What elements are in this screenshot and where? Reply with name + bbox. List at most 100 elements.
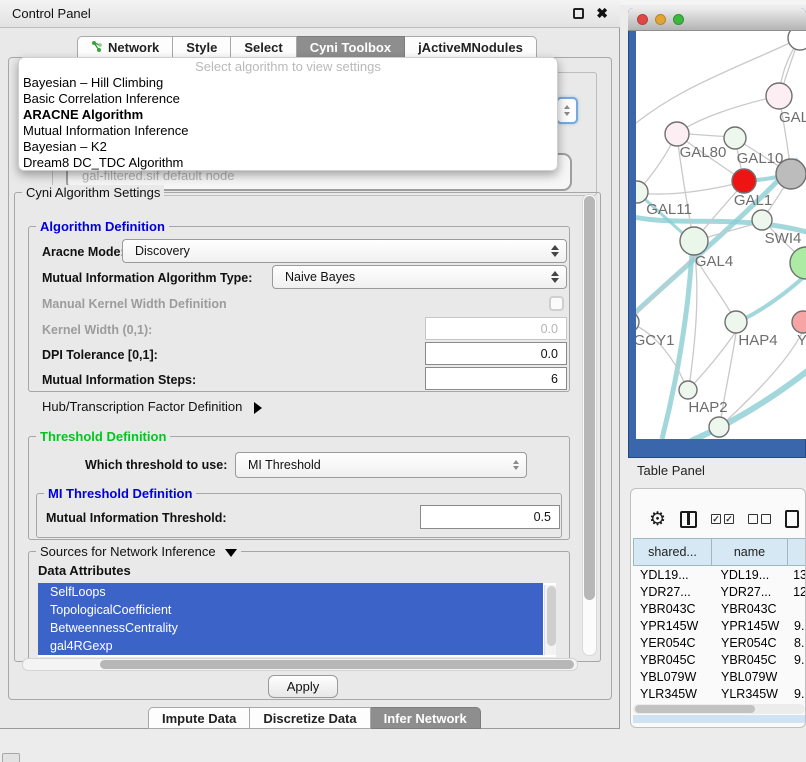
network-node-GAL10[interactable] — [724, 127, 746, 149]
table-cell-value: 9. — [788, 619, 804, 633]
attribute-list-scroll-thumb[interactable] — [547, 586, 556, 646]
table-cell-name: YDL19... — [712, 568, 788, 582]
network-node-HAP4[interactable] — [725, 311, 747, 333]
settings-horizontal-scroll-thumb[interactable] — [100, 660, 574, 669]
network-node-label: GAL11 — [646, 201, 692, 218]
table-footer-bar — [633, 715, 805, 723]
network-canvas[interactable]: GALGAL80GAL10GAL1GAL11SWI4GAL4GCY1HAP4YH… — [636, 31, 806, 439]
expand-arrow-icon — [254, 402, 262, 414]
network-node-top-arc[interactable] — [788, 31, 806, 50]
table-row[interactable]: YBL079WYBL079W — [633, 668, 806, 685]
attribute-list-item[interactable]: SelfLoops — [38, 583, 543, 601]
columns-icon[interactable] — [680, 511, 697, 528]
tab-style[interactable]: Style — [173, 36, 231, 59]
dpi-tolerance-field[interactable]: 0.0 — [425, 342, 567, 365]
tab-impute-data[interactable]: Impute Data — [148, 707, 250, 729]
table-cell-name: YBR045C — [712, 653, 788, 667]
close-icon[interactable]: ✖ — [596, 5, 608, 22]
algorithm-combobox-stepper[interactable] — [556, 97, 578, 124]
dropdown-item[interactable]: ARACNE Algorithm — [19, 107, 557, 123]
apply-button-label: Apply — [287, 679, 320, 694]
network-node-GAL4[interactable] — [680, 227, 708, 255]
settings-vertical-scroll-thumb[interactable] — [584, 196, 595, 600]
network-window-titlebar — [628, 8, 806, 31]
attribute-list-item[interactable]: BetweennessCentrality — [38, 619, 543, 637]
sources-expander[interactable]: Sources for Network Inference — [36, 544, 241, 559]
network-icon — [91, 40, 103, 56]
kernel-width-field[interactable]: 0.0 — [425, 317, 567, 340]
table-header-cell[interactable] — [788, 538, 806, 566]
table-horizontal-scroll-thumb[interactable] — [635, 705, 755, 713]
table-row[interactable]: YDR27...YDR27...12 — [633, 583, 806, 600]
which-threshold-value: MI Threshold — [248, 458, 321, 472]
attribute-list-item[interactable]: gal4RGexp — [38, 637, 543, 655]
table-cell-value: 13 — [787, 568, 806, 582]
float-window-icon[interactable] — [573, 8, 584, 19]
mi-steps-field[interactable]: 6 — [425, 367, 567, 390]
data-attributes-list: SelfLoopsTopologicalCoefficientBetweenne… — [38, 583, 556, 657]
network-node-GCY1[interactable] — [636, 312, 639, 332]
minimize-traffic-light-icon[interactable] — [655, 14, 666, 25]
table-header-cell[interactable]: name — [712, 538, 788, 566]
table-row[interactable]: YER054CYER054C8. — [633, 634, 806, 651]
aracne-mode-combobox[interactable]: Discovery — [122, 239, 567, 263]
unchecked-pair-icon[interactable] — [748, 514, 771, 524]
tab-label: Style — [186, 40, 217, 55]
tab-jactivemnodules[interactable]: jActiveMNodules — [405, 36, 537, 59]
control-panel-titlebar: Control Panel ✖ — [0, 0, 620, 28]
hub-definition-expander[interactable]: Hub/Transcription Factor Definition — [42, 399, 262, 414]
close-traffic-light-icon[interactable] — [637, 14, 648, 25]
table-panel: ⚙ ✓✓ shared...name YDL19...YDL19...13YDR… — [630, 488, 806, 728]
dropdown-item[interactable]: Bayesian – K2 — [19, 139, 557, 155]
which-threshold-combobox[interactable]: MI Threshold — [235, 452, 527, 478]
mi-threshold-field[interactable]: 0.5 — [420, 505, 560, 529]
table-cell-shared-name: YBR045C — [633, 653, 712, 667]
network-node-label: GAL — [779, 109, 806, 126]
network-node-SWI4[interactable] — [752, 210, 772, 230]
apply-button[interactable]: Apply — [268, 675, 338, 698]
network-node-label: Y — [797, 332, 806, 349]
sources-title: Sources for Network Inference — [40, 544, 216, 559]
tab-network[interactable]: Network — [77, 36, 173, 59]
network-node-label: GAL10 — [737, 150, 784, 167]
table-rows: YDL19...YDL19...13YDR27...YDR27...12YBR0… — [633, 566, 806, 705]
table-header-cell[interactable]: shared... — [633, 538, 712, 566]
zoom-traffic-light-icon[interactable] — [673, 14, 684, 25]
network-node-GAL80[interactable] — [665, 122, 689, 146]
table-row[interactable]: YPR145WYPR145W9. — [633, 617, 806, 634]
network-node-GAL-cut[interactable] — [766, 83, 792, 109]
table-cell-value: 9. — [788, 687, 804, 701]
dropdown-item[interactable]: Bayesian – Hill Climbing — [19, 75, 557, 91]
manual-kernel-checkbox[interactable] — [549, 296, 564, 311]
tab-discretize-data[interactable]: Discretize Data — [250, 707, 370, 729]
mi-algorithm-type-combobox[interactable]: Naive Bayes — [272, 265, 567, 289]
table-header-row: shared...name — [633, 538, 806, 566]
dropdown-item[interactable]: Basic Correlation Inference — [19, 91, 557, 107]
minimized-panel-button[interactable] — [2, 753, 20, 762]
file-icon[interactable] — [785, 510, 799, 528]
network-node-Y-cut[interactable] — [792, 311, 806, 333]
network-node-GAL1[interactable] — [732, 169, 756, 193]
checked-pair-icon[interactable]: ✓✓ — [711, 514, 734, 524]
dropdown-item[interactable]: Mutual Information Inference — [19, 123, 557, 139]
attribute-list-item[interactable]: TopologicalCoefficient — [38, 601, 543, 619]
gear-icon[interactable]: ⚙ — [649, 510, 666, 529]
algorithm-dropdown-placeholder: Select algorithm to view settings — [19, 58, 557, 75]
table-row[interactable]: YBR043CYBR043C — [633, 600, 806, 617]
tab-select[interactable]: Select — [231, 36, 296, 59]
table-row[interactable]: YLR345WYLR345W9. — [633, 685, 806, 702]
aracne-mode-label: Aracne Mode: — [42, 245, 125, 259]
bottom-tabstrip: Impute DataDiscretize DataInfer Network — [148, 707, 481, 730]
table-cell-name: YBR043C — [712, 602, 788, 616]
network-graph[interactable]: GALGAL80GAL10GAL1GAL11SWI4GAL4GCY1HAP4YH… — [636, 31, 806, 439]
tab-cyni-toolbox[interactable]: Cyni Toolbox — [297, 36, 405, 59]
table-row[interactable]: YBR045CYBR045C9. — [633, 651, 806, 668]
tab-infer-network[interactable]: Infer Network — [371, 707, 481, 729]
network-node-bottom-cut[interactable] — [709, 417, 729, 437]
network-node-big-green[interactable] — [790, 247, 806, 279]
dropdown-item[interactable]: Dream8 DC_TDC Algorithm — [19, 155, 557, 171]
attribute-list-scrollbar[interactable] — [544, 585, 556, 655]
table-row[interactable]: YDL19...YDL19...13 — [633, 566, 806, 583]
network-node-HAP2[interactable] — [679, 381, 697, 399]
mi-steps-label: Mutual Information Steps: — [42, 373, 196, 387]
